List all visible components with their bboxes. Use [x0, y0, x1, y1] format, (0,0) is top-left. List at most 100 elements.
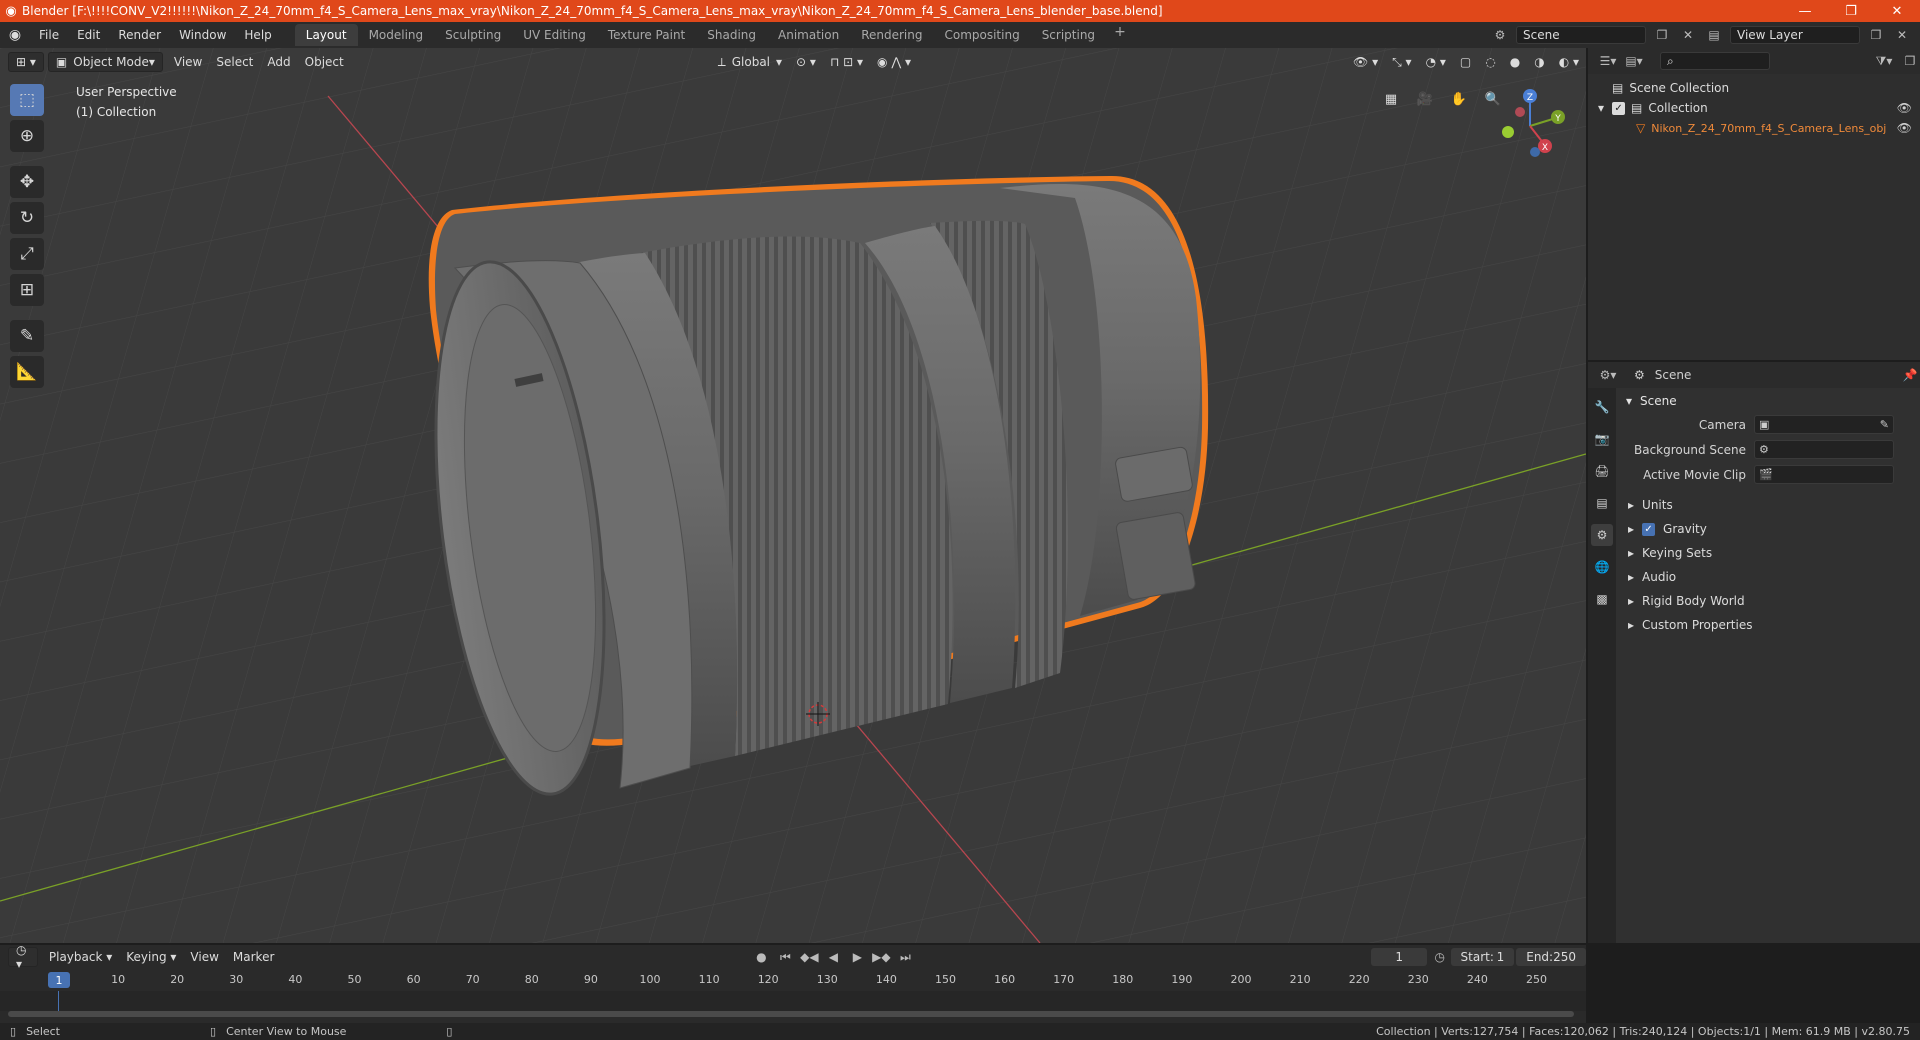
record-icon[interactable]: ●: [751, 948, 771, 966]
menu-render[interactable]: Render: [109, 28, 170, 42]
menu-window[interactable]: Window: [170, 28, 235, 42]
texture-properties-icon[interactable]: ▩: [1591, 588, 1613, 610]
play-icon[interactable]: ▶: [847, 948, 867, 966]
move-tool-icon[interactable]: ✥: [10, 166, 44, 198]
pin-icon[interactable]: 📌: [1900, 366, 1920, 384]
remove-view-layer-icon[interactable]: ✕: [1892, 26, 1912, 44]
tab-uv-editing[interactable]: UV Editing: [512, 24, 597, 46]
marker-menu[interactable]: Marker: [226, 947, 281, 967]
custom-properties-subpanel[interactable]: ▸ Custom Properties: [1618, 613, 1918, 637]
viewport-menu-add[interactable]: Add: [260, 52, 297, 72]
object-visibility-icon[interactable]: 👁: [1897, 121, 1912, 135]
output-properties-icon[interactable]: 🖨: [1591, 460, 1613, 482]
tab-animation[interactable]: Animation: [767, 24, 850, 46]
object-mode-dropdown[interactable]: ▣ Object Mode ▾: [47, 52, 163, 72]
remove-scene-icon[interactable]: ✕: [1678, 26, 1698, 44]
viewport-menu-view[interactable]: View: [167, 52, 209, 72]
playback-menu[interactable]: Playback ▾: [42, 947, 119, 967]
pan-view-icon[interactable]: ✋: [1446, 86, 1472, 112]
editor-type-button[interactable]: ⊞ ▾: [8, 52, 44, 72]
transform-tool-icon[interactable]: ⊞: [10, 274, 44, 306]
outliner-search-input[interactable]: ⌕: [1660, 52, 1770, 70]
background-scene-field[interactable]: ⚙: [1754, 440, 1894, 459]
menu-file[interactable]: File: [30, 28, 68, 42]
shading-material-icon[interactable]: ◑: [1527, 52, 1551, 72]
toggle-perspective-icon[interactable]: ▦: [1378, 86, 1404, 112]
timeline-ruler[interactable]: 1 10 20 30 40 50 60 70 80 90 100 110 120 130 140 150 16…: [0, 971, 1586, 989]
gizmo-neg-z-icon[interactable]: [1530, 147, 1540, 157]
prev-keyframe-icon[interactable]: ◆◀: [799, 948, 819, 966]
display-mode-icon[interactable]: ▤▾: [1624, 52, 1644, 70]
view-layer-properties-icon[interactable]: ▤: [1591, 492, 1613, 514]
minimize-button[interactable]: —: [1782, 4, 1828, 19]
tab-sculpting[interactable]: Sculpting: [434, 24, 512, 46]
cursor-tool-icon[interactable]: ⊕: [10, 120, 44, 152]
units-subpanel[interactable]: ▸ Units: [1618, 493, 1918, 517]
gravity-checkbox[interactable]: ✓: [1642, 522, 1656, 536]
add-workspace-icon[interactable]: +: [1106, 24, 1134, 46]
gizmo-neg-x-icon[interactable]: [1515, 107, 1525, 117]
gizmo-toggle-icon[interactable]: ⤡ ▾: [1385, 52, 1418, 72]
play-reverse-icon[interactable]: ◀: [823, 948, 843, 966]
xray-toggle-icon[interactable]: ▢: [1453, 52, 1478, 72]
transform-orientation-dropdown[interactable]: ⟂ Global ▾: [711, 52, 789, 72]
tab-scripting[interactable]: Scripting: [1031, 24, 1106, 46]
outliner-collection[interactable]: ▾ ✓ ▤ Collection 👁: [1588, 98, 1920, 118]
viewport-menu-object[interactable]: Object: [298, 52, 351, 72]
timeline-editor-type-icon[interactable]: ◷ ▾: [8, 943, 38, 971]
keying-sets-subpanel[interactable]: ▸ Keying Sets: [1618, 541, 1918, 565]
overlay-toggle-icon[interactable]: ◔ ▾: [1419, 52, 1453, 72]
pivot-point-icon[interactable]: ⊙ ▾: [789, 52, 823, 72]
select-box-tool-icon[interactable]: ⬚: [10, 84, 44, 116]
tab-layout[interactable]: Layout: [294, 24, 358, 46]
shading-wireframe-icon[interactable]: ◌: [1478, 52, 1502, 72]
proportional-edit-icon[interactable]: ◉ ⋀ ▾: [870, 52, 918, 72]
3d-viewport[interactable]: ⊞ ▾ ▣ Object Mode ▾ View Select Add Obje…: [0, 48, 1586, 943]
new-view-layer-icon[interactable]: ❐: [1866, 26, 1886, 44]
gravity-subpanel[interactable]: ▸ ✓ Gravity: [1618, 517, 1918, 541]
filter-icon[interactable]: ⧩▾: [1874, 52, 1894, 70]
tab-shading[interactable]: Shading: [696, 24, 767, 46]
timeline-track[interactable]: [0, 991, 1586, 1011]
timeline-view-menu[interactable]: View: [183, 947, 225, 967]
jump-start-icon[interactable]: ⏮: [775, 948, 795, 966]
annotate-tool-icon[interactable]: ✎: [10, 320, 44, 352]
current-frame-field[interactable]: 1: [1371, 948, 1427, 966]
camera-field[interactable]: ▣ ✎: [1754, 415, 1894, 434]
viewport-menu-select[interactable]: Select: [209, 52, 260, 72]
eyedropper-icon[interactable]: ✎: [1880, 418, 1889, 431]
close-button[interactable]: ✕: [1874, 4, 1920, 19]
outliner-object-row[interactable]: ▽ Nikon_Z_24_70mm_f4_S_Camera_Lens_obj 👁: [1588, 118, 1920, 138]
world-properties-icon[interactable]: 🌐: [1591, 556, 1613, 578]
scale-tool-icon[interactable]: ⤢: [10, 238, 44, 270]
start-frame-field[interactable]: Start: 1: [1450, 948, 1515, 966]
timeline-scrollbar[interactable]: [8, 1011, 1574, 1017]
scene-tab-icon[interactable]: ⚙: [1591, 524, 1613, 546]
collection-checkbox[interactable]: ✓: [1612, 101, 1626, 115]
rotate-tool-icon[interactable]: ↻: [10, 202, 44, 234]
snap-icon[interactable]: ⊓ ⊡ ▾: [823, 52, 870, 72]
render-properties-icon[interactable]: 📷: [1591, 428, 1613, 450]
navigation-gizmo[interactable]: Z Y X: [1490, 86, 1570, 166]
keying-menu[interactable]: Keying ▾: [119, 947, 183, 967]
menu-edit[interactable]: Edit: [68, 28, 109, 42]
tab-compositing[interactable]: Compositing: [933, 24, 1030, 46]
expand-collection-icon[interactable]: ▾: [1598, 101, 1604, 115]
scene-panel-header[interactable]: ▾ Scene: [1618, 390, 1918, 412]
camera-view-icon[interactable]: 🎥: [1412, 86, 1438, 112]
scene-field[interactable]: Scene: [1516, 26, 1646, 44]
outliner-scene-collection[interactable]: ▤ Scene Collection: [1588, 78, 1920, 98]
shading-rendered-icon[interactable]: ◐ ▾: [1552, 52, 1586, 72]
tab-texture-paint[interactable]: Texture Paint: [597, 24, 696, 46]
new-collection-icon[interactable]: ❐: [1900, 52, 1920, 70]
shading-solid-icon[interactable]: ●: [1503, 52, 1527, 72]
preview-range-icon[interactable]: ◷: [1433, 948, 1447, 966]
gizmo-neg-y-icon[interactable]: [1502, 126, 1514, 138]
properties-editor-icon[interactable]: ⚙▾: [1598, 366, 1618, 384]
view-layer-field[interactable]: View Layer: [1730, 26, 1860, 44]
scene-icon[interactable]: ⚙: [1490, 26, 1510, 44]
audio-subpanel[interactable]: ▸ Audio: [1618, 565, 1918, 589]
current-frame-indicator[interactable]: 1: [48, 972, 70, 988]
tab-rendering[interactable]: Rendering: [850, 24, 933, 46]
next-keyframe-icon[interactable]: ▶◆: [871, 948, 891, 966]
